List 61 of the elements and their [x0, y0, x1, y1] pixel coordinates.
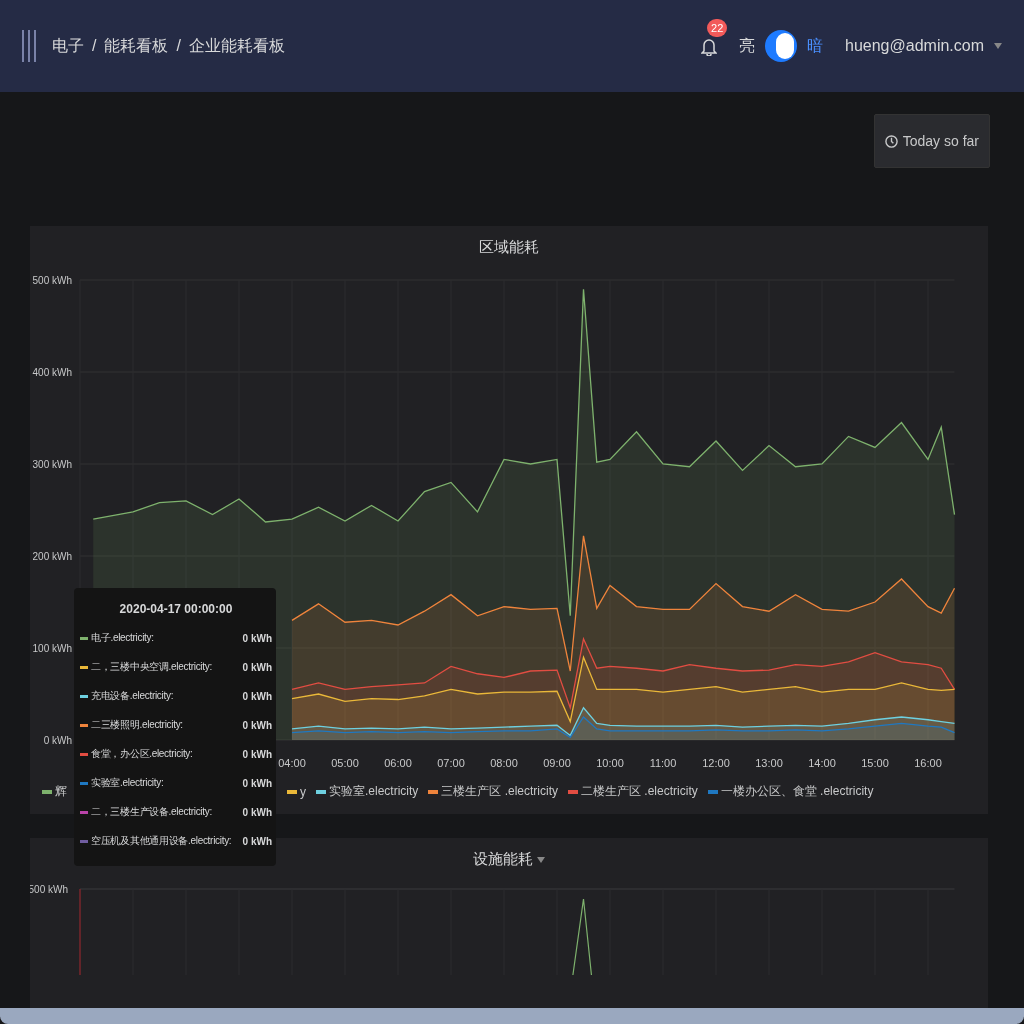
- tooltip-value: 0 kWh: [242, 690, 272, 702]
- legend-label[interactable]: 二楼生产区 .electricity: [581, 783, 698, 800]
- axis-label: 0 kWh: [43, 735, 72, 746]
- axis-label: 05:00: [331, 757, 359, 769]
- axis-label: 100 kWh: [32, 643, 72, 654]
- tooltip-value: 0 kWh: [242, 777, 272, 789]
- axis-label: 16:00: [914, 757, 942, 769]
- panel-title[interactable]: 设施能耗: [473, 850, 533, 869]
- axis-label: 13:00: [755, 757, 783, 769]
- caret-icon[interactable]: [994, 43, 1002, 49]
- tooltip-label: 二三楼照明.electricity:: [91, 718, 184, 732]
- tooltip-value: 0 kWh: [242, 632, 272, 644]
- axis-label: 09:00: [543, 757, 571, 769]
- tooltip-label: 二，三楼生产设备.electricity:: [91, 805, 213, 819]
- tooltip-label: 空压机及其他通用设备.electricity:: [91, 834, 233, 848]
- axis-label: 12:00: [702, 757, 730, 769]
- axis-label: 11:00: [649, 757, 677, 769]
- tooltip-value: 0 kWh: [242, 806, 272, 818]
- legend-label[interactable]: 辉: [55, 783, 67, 800]
- panel-title[interactable]: 区域能耗: [479, 238, 539, 257]
- axis-label: 04:00: [278, 757, 306, 769]
- axis-label: 08:00: [490, 757, 518, 769]
- caret-icon[interactable]: [537, 856, 545, 863]
- user-email[interactable]: hueng@admin.com: [845, 37, 984, 55]
- notification-badge: 22: [707, 19, 728, 37]
- tooltip-label: 二，三楼中央空调.electricity:: [91, 660, 213, 674]
- axis-label: 07:00: [437, 757, 465, 769]
- bell-icon[interactable]: [701, 38, 717, 56]
- axis-label: 06:00: [384, 757, 412, 769]
- axis-label: 400 kWh: [32, 367, 72, 378]
- tooltip-value: 0 kWh: [242, 835, 272, 847]
- legend-label[interactable]: 三楼生产区 .electricity: [441, 783, 559, 800]
- tooltip-label: 电子.electricity:: [91, 631, 155, 645]
- horizontal-scrollbar[interactable]: [0, 1008, 1024, 1024]
- axis-label: 10:00: [596, 757, 624, 769]
- legend-label[interactable]: 实验室.electricity: [329, 783, 419, 800]
- clock-icon: [884, 134, 898, 148]
- tooltip-value: 0 kWh: [242, 748, 272, 760]
- breadcrumb-separator: /: [176, 37, 181, 55]
- breadcrumb-item[interactable]: 企业能耗看板: [188, 35, 285, 57]
- legend-label[interactable]: y: [300, 784, 306, 799]
- breadcrumb-separator: /: [92, 37, 97, 55]
- breadcrumb-item[interactable]: 电子: [52, 35, 84, 57]
- axis-label: 15:00: [861, 757, 889, 769]
- time-range-button[interactable]: Today so far: [873, 114, 990, 168]
- tooltip-label: 充电设备.electricity:: [91, 689, 175, 703]
- tooltip-value: 0 kWh: [242, 719, 272, 731]
- menu-icon[interactable]: [22, 30, 36, 62]
- legend-label[interactable]: 一楼办公区、食堂 .electricity: [720, 783, 874, 800]
- tooltip-value: 0 kWh: [242, 661, 272, 673]
- axis-label: 200 kWh: [32, 551, 72, 562]
- axis-label: 300 kWh: [32, 459, 72, 470]
- breadcrumb-item[interactable]: 能耗看板: [104, 35, 169, 57]
- theme-toggle[interactable]: [765, 30, 797, 62]
- axis-label: 14:00: [808, 757, 836, 769]
- tooltip-label: 食堂，办公区.electricity:: [91, 747, 194, 761]
- axis-label: 500 kWh: [32, 275, 72, 286]
- tooltip-label: 实验室.electricity:: [91, 776, 165, 790]
- tooltip-time: 2020-04-17 00:00:00: [118, 602, 234, 616]
- light-label: 亮: [739, 35, 755, 56]
- dark-label: 暗: [807, 35, 823, 56]
